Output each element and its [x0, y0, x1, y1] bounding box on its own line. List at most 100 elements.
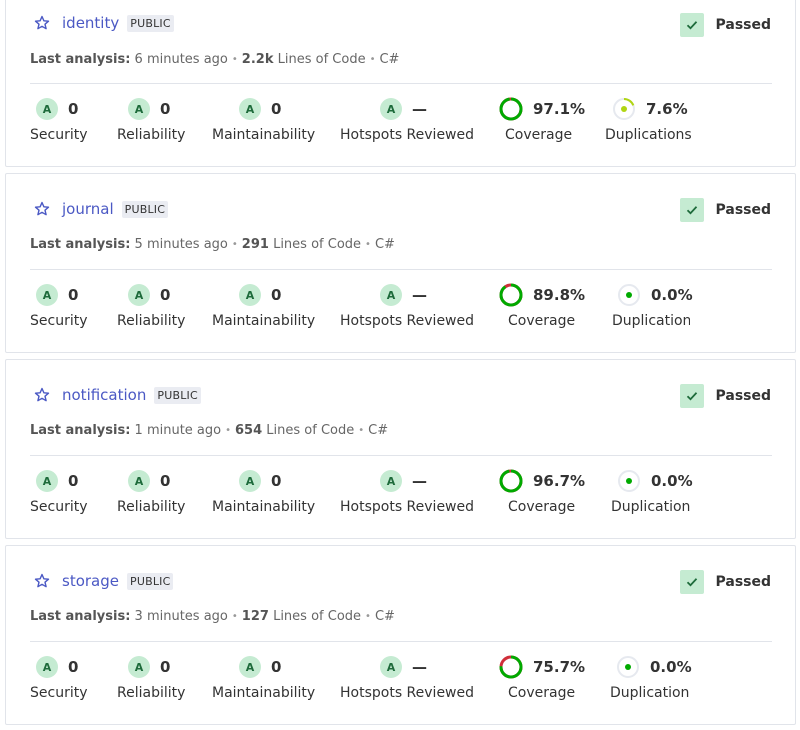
- check-icon: [680, 198, 705, 222]
- maintainability-metric[interactable]: A0: [239, 97, 281, 121]
- coverage-metric[interactable]: 97.1%: [499, 97, 585, 121]
- reliability-rating: A: [128, 470, 150, 492]
- hotspots-label: Hotspots Reviewed: [340, 685, 475, 701]
- coverage-label: Coverage: [505, 127, 573, 143]
- project-card-storage: storage PUBLIC Passed Last analysis: 3 m…: [5, 545, 796, 725]
- maintainability-label: Maintainability: [212, 499, 316, 515]
- hotspots-metric[interactable]: A —: [380, 283, 427, 307]
- duplications-metric[interactable]: 7.6%: [612, 97, 688, 121]
- divider: [30, 269, 772, 270]
- star-icon[interactable]: [34, 387, 50, 403]
- coverage-label: Coverage: [508, 685, 576, 701]
- reliability-label: Reliability: [117, 313, 186, 329]
- divider: [30, 641, 772, 642]
- hotspots-metric[interactable]: A —: [380, 97, 427, 121]
- security-rating: A: [36, 284, 58, 306]
- maintainability-rating: A: [239, 98, 261, 120]
- project-name-link[interactable]: journal: [62, 200, 114, 218]
- maintainability-metric[interactable]: A0: [239, 655, 281, 679]
- project-name-link[interactable]: notification: [62, 386, 146, 404]
- duplications-ring-icon: [613, 98, 635, 120]
- check-icon: [680, 384, 705, 408]
- visibility-badge: PUBLIC: [126, 572, 174, 590]
- reliability-metric[interactable]: A0: [128, 283, 170, 307]
- hotspots-metric[interactable]: A —: [380, 469, 427, 493]
- hotspots-label: Hotspots Reviewed: [340, 127, 475, 143]
- project-card-journal: journal PUBLIC Passed Last analysis: 5 m…: [5, 173, 796, 353]
- security-label: Security: [30, 127, 88, 143]
- coverage-ring-icon: [499, 655, 523, 679]
- security-rating: A: [36, 98, 58, 120]
- hotspots-rating: A: [380, 470, 402, 492]
- hotspots-rating: A: [380, 656, 402, 678]
- reliability-rating: A: [128, 284, 150, 306]
- duplications-metric[interactable]: 0.0%: [616, 655, 692, 679]
- hotspots-label: Hotspots Reviewed: [340, 313, 475, 329]
- maintainability-label: Maintainability: [212, 313, 316, 329]
- duplications-metric[interactable]: 0.0%: [617, 283, 693, 307]
- maintainability-label: Maintainability: [212, 127, 316, 143]
- project-card-identity: identity PUBLIC Passed Last analysis: 6 …: [5, 0, 796, 167]
- security-rating: A: [36, 470, 58, 492]
- security-label: Security: [30, 313, 88, 329]
- duplications-metric[interactable]: 0.0%: [617, 469, 693, 493]
- coverage-metric[interactable]: 75.7%: [499, 655, 585, 679]
- last-analysis: Last analysis: 6 minutes ago • 2.2k Lines…: [30, 52, 400, 67]
- security-label: Security: [30, 499, 88, 515]
- maintainability-rating: A: [239, 284, 261, 306]
- last-analysis: Last analysis: 1 minute ago • 654 Lines o…: [30, 423, 389, 438]
- quality-gate-status: Passed: [680, 384, 771, 408]
- reliability-label: Reliability: [117, 127, 186, 143]
- coverage-metric[interactable]: 89.8%: [499, 283, 585, 307]
- hotspots-rating: A: [380, 284, 402, 306]
- last-analysis: Last analysis: 5 minutes ago • 291 Lines …: [30, 237, 395, 252]
- duplications-ring-icon: [617, 656, 639, 678]
- reliability-metric[interactable]: A0: [128, 97, 170, 121]
- maintainability-metric[interactable]: A0: [239, 283, 281, 307]
- security-rating: A: [36, 656, 58, 678]
- reliability-label: Reliability: [117, 685, 186, 701]
- coverage-label: Coverage: [508, 499, 576, 515]
- duplications-label: Duplications: [612, 313, 690, 329]
- maintainability-metric[interactable]: A0: [239, 469, 281, 493]
- project-name-link[interactable]: storage: [62, 572, 119, 590]
- visibility-badge: PUBLIC: [154, 386, 201, 404]
- security-metric[interactable]: A0: [36, 655, 78, 679]
- last-analysis: Last analysis: 3 minutes ago • 127 Lines …: [30, 609, 395, 624]
- hotspots-metric[interactable]: A —: [380, 655, 427, 679]
- check-icon: [680, 570, 705, 594]
- project-card-notification: notification PUBLIC Passed Last analysis…: [5, 359, 796, 539]
- quality-gate-status: Passed: [680, 570, 771, 594]
- maintainability-label: Maintainability: [212, 685, 316, 701]
- maintainability-rating: A: [239, 656, 261, 678]
- coverage-metric[interactable]: 96.7%: [499, 469, 585, 493]
- coverage-label: Coverage: [508, 313, 576, 329]
- coverage-ring-icon: [499, 469, 523, 493]
- divider: [30, 83, 772, 84]
- security-metric[interactable]: A0: [36, 97, 78, 121]
- duplications-label: Duplications: [605, 127, 692, 143]
- security-metric[interactable]: A0: [36, 283, 78, 307]
- duplications-label: Duplications: [610, 685, 690, 701]
- quality-gate-status: Passed: [680, 198, 771, 222]
- star-icon[interactable]: [34, 573, 50, 589]
- star-icon[interactable]: [34, 15, 50, 31]
- divider: [30, 455, 772, 456]
- reliability-rating: A: [128, 98, 150, 120]
- reliability-rating: A: [128, 656, 150, 678]
- duplications-label: Duplications: [611, 499, 690, 515]
- visibility-badge: PUBLIC: [127, 14, 174, 32]
- security-label: Security: [30, 685, 88, 701]
- coverage-ring-icon: [499, 97, 523, 121]
- star-icon[interactable]: [34, 201, 50, 217]
- reliability-metric[interactable]: A0: [128, 469, 170, 493]
- duplications-ring-icon: [618, 470, 640, 492]
- visibility-badge: PUBLIC: [121, 200, 169, 218]
- coverage-ring-icon: [499, 283, 523, 307]
- security-metric[interactable]: A0: [36, 469, 78, 493]
- maintainability-rating: A: [239, 470, 261, 492]
- quality-gate-status: Passed: [680, 13, 771, 37]
- hotspots-label: Hotspots Reviewed: [340, 499, 475, 515]
- project-name-link[interactable]: identity: [62, 14, 119, 32]
- reliability-metric[interactable]: A0: [128, 655, 170, 679]
